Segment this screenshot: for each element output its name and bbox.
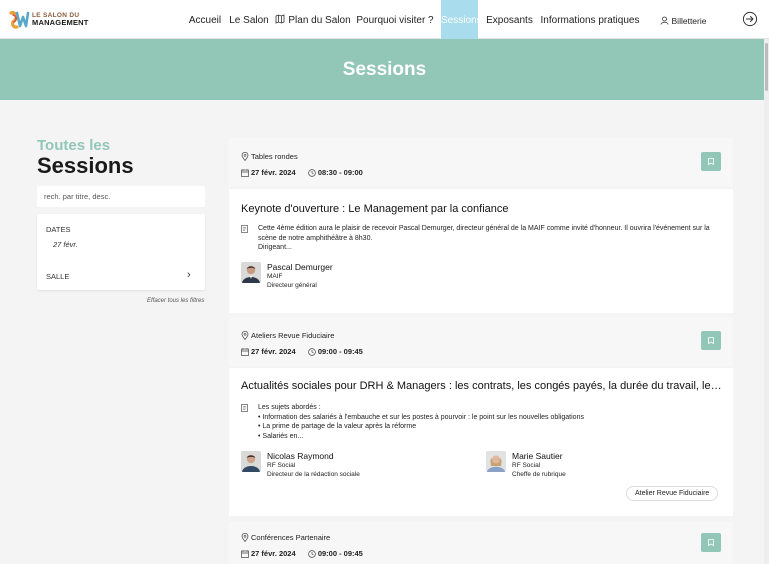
- page-title: Sessions: [342, 59, 427, 80]
- document-icon: [241, 404, 248, 412]
- sidebar-heading-top: Toutes les: [37, 137, 111, 154]
- session-datetime: 27 févr. 2024 09:00 - 09:45: [241, 347, 363, 356]
- speaker-role: Directeur de la rédaction sociale: [267, 471, 360, 478]
- calendar-icon: [241, 549, 249, 558]
- speaker-name: Pascal Demurger: [267, 262, 333, 272]
- speaker-company: MAIF: [267, 273, 283, 280]
- speaker-company: RF Social: [267, 462, 296, 469]
- calendar-icon: [241, 168, 249, 177]
- bookmark-icon: [708, 337, 714, 344]
- main-menu: Accueil Le Salon Plan du Salon Pourquoi …: [0, 0, 769, 39]
- nav-informations-pratiques[interactable]: Informations pratiques: [540, 0, 640, 39]
- location-pin-icon: [241, 331, 249, 341]
- page-scrollbar[interactable]: [764, 39, 769, 564]
- calendar-icon: [241, 347, 249, 356]
- session-category: Tables rondes: [241, 152, 298, 162]
- search-input[interactable]: [37, 186, 205, 207]
- speaker-name: Nicolas Raymond: [267, 451, 334, 461]
- bookmark-button[interactable]: [701, 533, 721, 552]
- document-icon: [241, 225, 248, 233]
- bookmark-icon: [708, 539, 714, 546]
- session-card-header: Conférences Partenaire 27 févr. 2024 09:…: [229, 522, 733, 564]
- session-datetime: 27 févr. 2024 09:00 - 09:45: [241, 549, 363, 558]
- filter-dates-label[interactable]: DATES: [46, 225, 70, 234]
- speaker-role: Directeur général: [267, 282, 317, 289]
- clock-icon: [308, 168, 316, 177]
- nav-pourquoi-visiter[interactable]: Pourquoi visiter ?: [355, 0, 435, 39]
- nav-le-salon[interactable]: Le Salon: [228, 0, 270, 39]
- speaker-role: Cheffe de rubrique: [512, 471, 566, 478]
- session-card-header: Tables rondes 27 févr. 2024 08:30 - 09:0…: [229, 138, 733, 187]
- filter-salle-label[interactable]: SALLE: [46, 272, 69, 281]
- session-title[interactable]: Keynote d'ouverture : Le Management par …: [241, 203, 725, 215]
- location-pin-icon: [241, 152, 249, 162]
- session-tag[interactable]: Atelier Revue Fiduciaire: [626, 486, 719, 501]
- map-icon: [275, 14, 285, 24]
- scrollbar-thumb[interactable]: [765, 43, 768, 91]
- top-navbar: LE SALON DU MANAGEMENT Accueil Le Salon …: [0, 0, 769, 39]
- nav-sessions[interactable]: Sessions: [441, 0, 482, 39]
- session-category: Ateliers Revue Fiduciaire: [241, 331, 334, 341]
- session-description: Les sujets abordés : • Information des s…: [258, 404, 584, 440]
- filter-dates-value[interactable]: 27 févr.: [53, 240, 78, 249]
- session-datetime: 27 févr. 2024 08:30 - 09:00: [241, 168, 363, 177]
- session-title[interactable]: Actualités sociales pour DRH & Managers …: [241, 380, 725, 392]
- bookmark-icon: [708, 158, 714, 165]
- nav-accueil[interactable]: Accueil: [186, 0, 224, 39]
- location-pin-icon: [241, 533, 249, 543]
- speaker-avatar: [241, 262, 261, 283]
- session-card-header: Ateliers Revue Fiduciaire 27 févr. 2024 …: [229, 317, 733, 366]
- speaker-company: RF Social: [512, 462, 541, 469]
- speaker-name: Marie Sautier: [512, 451, 563, 461]
- session-card-body: Keynote d'ouverture : Le Management par …: [229, 189, 733, 313]
- nav-plan-du-salon[interactable]: Plan du Salon: [274, 0, 352, 39]
- session-card-body: Actualités sociales pour DRH & Managers …: [229, 368, 733, 516]
- user-icon: [660, 16, 668, 25]
- session-category: Conférences Partenaire: [241, 533, 330, 543]
- clear-filters-link[interactable]: Effacer tous les filtres: [147, 298, 204, 304]
- speaker-avatar: [241, 451, 261, 472]
- sidebar-heading-bottom: Sessions: [37, 153, 134, 178]
- clock-icon: [308, 347, 316, 356]
- chevron-right-icon[interactable]: ›: [187, 269, 191, 281]
- filters-panel: DATES 27 févr. SALLE ›: [37, 214, 205, 290]
- logout-icon[interactable]: [742, 11, 758, 27]
- speaker-avatar: [486, 451, 506, 472]
- page-hero: Sessions: [0, 39, 769, 100]
- session-card[interactable]: Conférences Partenaire 27 févr. 2024 09:…: [229, 522, 733, 564]
- session-description: Cette 4ème édition aura le plaisir de re…: [258, 225, 710, 251]
- nav-exposants[interactable]: Exposants: [484, 0, 535, 39]
- bookmark-button[interactable]: [701, 331, 721, 350]
- clock-icon: [308, 549, 316, 558]
- bookmark-button[interactable]: [701, 152, 721, 171]
- nav-billetterie[interactable]: Billetterie: [654, 0, 712, 39]
